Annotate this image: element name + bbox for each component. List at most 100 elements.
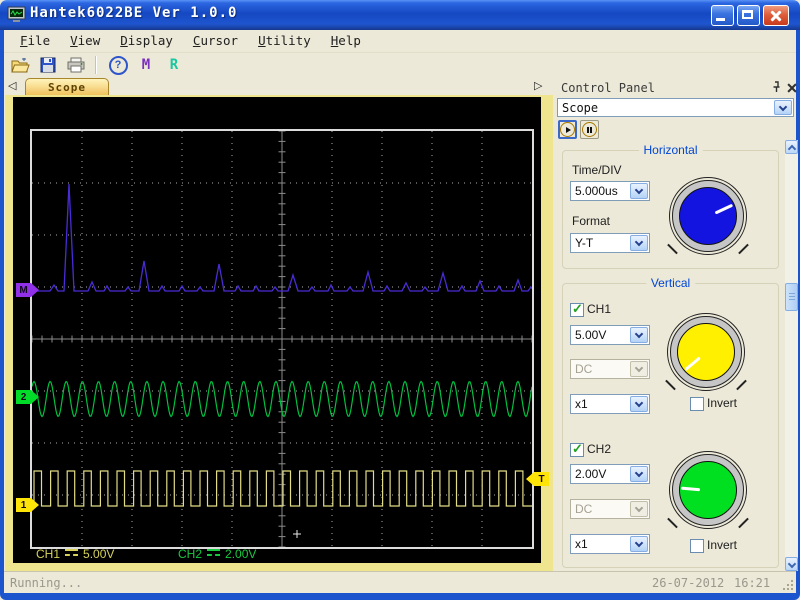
toolbar: ? M R [4,52,796,78]
menu-view[interactable]: View [60,30,110,52]
minimize-button[interactable] [711,5,734,26]
ch1-coupling-value: DC [571,362,629,376]
print-button[interactable] [64,54,88,76]
close-button[interactable] [763,5,789,26]
dc-coupling-icon [65,549,78,559]
ch2-invert-checkbox[interactable] [690,539,704,553]
ch2-coupling-select: DC [570,499,650,519]
panel-mode-select[interactable]: Scope [557,98,794,117]
chevron-down-icon [630,183,648,199]
status-time: 16:21 [734,576,770,590]
chevron-down-icon [630,466,648,482]
tab-strip: ◁ Scope ▷ [5,78,553,95]
chevron-down-icon [630,361,648,377]
dc-coupling-icon [207,549,220,559]
control-panel-caption[interactable]: Control Panel [558,79,794,96]
horizontal-group-title: Horizontal [638,143,702,157]
open-folder-icon [11,58,30,73]
pin-icon[interactable] [770,81,783,94]
play-icon [560,122,575,137]
timediv-select[interactable]: 5.000us [570,181,650,201]
knob-ring [670,316,742,388]
timediv-knob[interactable] [669,177,747,255]
ch1-probe-select[interactable]: x1 [570,394,650,414]
math-icon: M [142,57,150,73]
pause-button[interactable] [580,120,599,139]
ch1-volts-value: 5.00V [571,328,629,342]
vertical-group-title: Vertical [646,276,695,290]
format-select[interactable]: Y-T [570,233,650,253]
status-date: 26-07-2012 [652,576,724,590]
ch2-readout-value: 2.00V [225,547,256,561]
tab-scroll-right-icon[interactable]: ▷ [534,79,542,94]
ref-button[interactable]: R [162,54,186,76]
ch2-readout-label: CH2 [178,547,202,561]
scroll-up-icon[interactable] [785,140,798,154]
chevron-down-icon [630,536,648,552]
status-text: Running... [10,576,82,590]
ch1-volts-select[interactable]: 5.00V [570,325,650,345]
window-border-left [0,30,4,592]
resize-grip[interactable] [782,579,795,592]
menu-cursor[interactable]: Cursor [183,30,248,52]
chevron-down-icon [774,100,792,115]
scroll-down-icon[interactable] [785,557,798,571]
ch1-readout-label: CH1 [36,547,60,561]
maximize-button[interactable] [737,5,760,26]
math-fft-button[interactable]: M [134,54,158,76]
tab-scroll-left-icon[interactable]: ◁ [8,79,16,94]
control-panel: Control Panel Scope Horizontal Time/DIV … [556,78,796,571]
ch1-invert-label: Invert [707,396,737,410]
ch1-marker[interactable]: 1 [16,498,31,512]
timediv-value: 5.000us [571,184,629,198]
ch1-label: CH1 [587,302,611,316]
save-button[interactable] [36,54,60,76]
math-channel-marker[interactable]: M [16,283,31,297]
ch1-readout: CH1 5.00V [36,547,114,561]
control-panel-title: Control Panel [558,81,655,95]
ch1-invert-checkbox[interactable] [690,397,704,411]
ch2-coupling-value: DC [571,502,629,516]
toolbar-separator [95,56,97,74]
scrollbar-thumb[interactable] [785,283,798,311]
menu-display[interactable]: Display [110,30,183,52]
waveform-plot [32,131,532,547]
chevron-down-icon [630,327,648,343]
knob-ring [672,180,744,252]
status-bar: Running... 26-07-2012 16:21 [4,571,796,593]
floppy-icon [40,57,56,73]
ch1-coupling-select: DC [570,359,650,379]
ch2-label: CH2 [587,442,611,456]
knob-face [679,187,737,245]
panel-scrollbar[interactable] [785,140,798,571]
ch2-checkbox[interactable] [570,443,584,457]
app-icon [7,6,26,23]
ch1-probe-value: x1 [571,397,629,411]
ch2-probe-select[interactable]: x1 [570,534,650,554]
menu-utility[interactable]: Utility [248,30,321,52]
help-icon: ? [109,56,128,75]
window-border-bottom [0,592,800,600]
ch1-checkbox[interactable] [570,303,584,317]
ch1-volts-knob[interactable] [667,313,745,391]
menu-bar: File View Display Cursor Utility Help [4,30,796,53]
help-button[interactable]: ? [106,54,130,76]
title-bar[interactable]: Hantek6022BE Ver 1.0.0 [0,0,800,30]
open-file-button[interactable] [8,54,32,76]
panel-mode-value: Scope [558,101,773,115]
panel-close-icon[interactable] [785,81,798,94]
ch2-probe-value: x1 [571,537,629,551]
timediv-label: Time/DIV [572,163,622,177]
menu-help[interactable]: Help [321,30,371,52]
ch2-volts-select[interactable]: 2.00V [570,464,650,484]
trigger-level-marker[interactable]: T [534,472,549,486]
window-title: Hantek6022BE Ver 1.0.0 [30,5,237,21]
ch2-marker[interactable]: 2 [16,390,31,404]
chevron-down-icon [630,396,648,412]
knob-ring [672,454,744,526]
start-button[interactable] [558,120,577,139]
ch2-volts-knob[interactable] [669,451,747,529]
tab-scope[interactable]: Scope [25,78,109,96]
menu-file[interactable]: File [10,30,60,52]
scope-page: M 2 1 T CH1 5.00V CH2 2.00V [5,95,553,571]
